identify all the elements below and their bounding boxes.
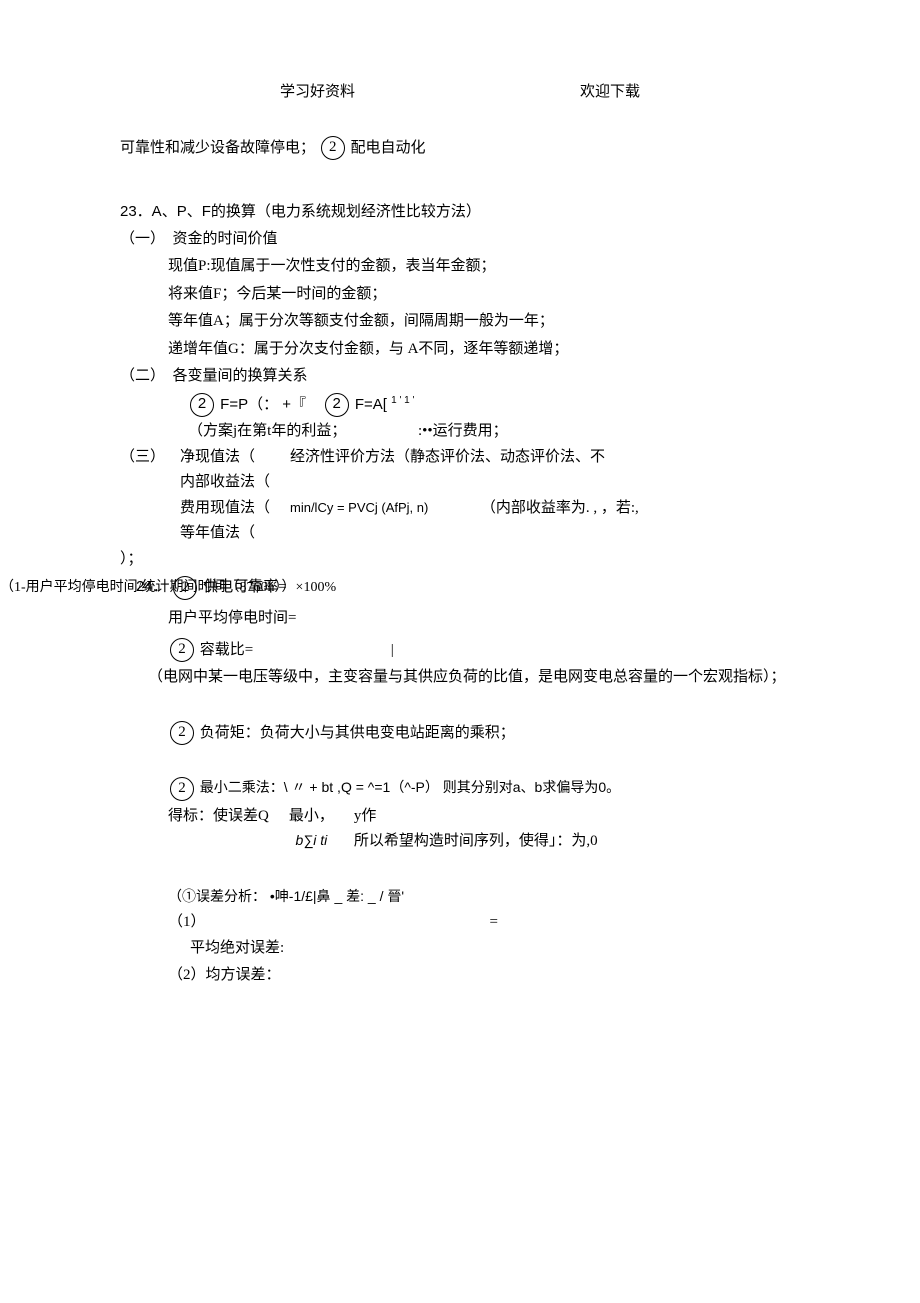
s24-row3: 2 容载比= | xyxy=(168,638,800,664)
s24-row5b-mid: 最小， xyxy=(289,804,334,830)
circled-number-icon: 2 xyxy=(173,576,197,600)
circled-number-icon: 2 xyxy=(321,136,345,160)
s24-row4-text: 负荷矩：负荷大小与其供电变电站距离的乘积； xyxy=(200,725,515,741)
s24-row5b-frac: b∑i ti xyxy=(289,829,334,853)
s24-err-1: （1） xyxy=(168,910,218,936)
s23-p3-a-right: 经济性评价方法（静态评价法、动态评价法、不 xyxy=(290,445,639,471)
s24-row5b: 得标：使误差Q 最小， b∑i ti y作 所以希望构造时间序列，使得」：为,0 xyxy=(168,804,800,855)
s23-p1-d: 递增年值G：属于分次支付金额，与 A不同，逐年等额递增； xyxy=(168,337,800,363)
circled-number-icon: 2 xyxy=(190,393,214,417)
s24-err-1-row: （1） = xyxy=(168,910,800,936)
s23-p2-subrow: （方案j在第t年的利益； :••运行费用； xyxy=(188,419,800,445)
s23-p1-a: 现值P:现值属于一次性支付的金额，表当年金额； xyxy=(168,254,800,280)
s24-row3-right: | xyxy=(391,642,394,658)
s23-p2-sub-a: （方案j在第t年的利益； xyxy=(188,419,388,445)
s24-err-1-label: 平均绝对误差: xyxy=(190,936,800,962)
circled-number-icon: 2 xyxy=(170,638,194,662)
header-right: 欢迎下载 xyxy=(580,80,640,106)
s24-row4: 2 负荷矩：负荷大小与其供电变电站距离的乘积； xyxy=(168,721,800,747)
s24-row5: 2 最小二乘法：\ 〃 + bt ,Q = ^=1（^-P） 则其分别对a、b求… xyxy=(168,776,800,802)
s24-row2: 用户平均停电时间= xyxy=(168,606,800,632)
s23-p1-c: 等年值A；属于分次等额支付金额，间隔周期一般为一年； xyxy=(168,309,800,335)
s24-title-row: （1-用户平均停电时间/统计期间时间（8760h））×100% 24． 2 供电… xyxy=(120,574,800,600)
circled-number-icon: 2 xyxy=(325,393,349,417)
s23-p3-c: 费用现值法（ xyxy=(180,496,290,522)
circled-number-icon: 2 xyxy=(170,777,194,801)
s23-p1-b: 将来值F；今后某一时间的金额； xyxy=(168,282,800,308)
s23-p3-d: 等年值法（ xyxy=(180,521,290,547)
s24-title-pre: 24． xyxy=(136,578,168,595)
page-header: 学习好资料 欢迎下载 xyxy=(280,80,640,106)
s23-p2-sub-b: :••运行费用； xyxy=(418,419,508,445)
formula-sup: 1 ' 1 ' xyxy=(391,395,414,406)
s24-row5b-left: 得标：使误差Q xyxy=(168,804,269,830)
s24-row5b-y: y作 xyxy=(354,804,598,830)
s23-part3: （三） 净现值法（ 内部收益法（ 费用现值法（ 等年值法（ 经济性评价方法（静态… xyxy=(120,445,800,547)
line-reliability: 可靠性和减少设备故障停电； 2 配电自动化 xyxy=(120,136,800,162)
s23-p3-c-row: min/lCy = PVCj (AfPj, n) （内部收益率为. , ，若:, xyxy=(290,496,639,522)
s23-p3-close: ）； xyxy=(120,547,800,573)
s23-part3-head: （三） xyxy=(120,445,180,547)
s24-err-2: （2）均方误差： xyxy=(168,963,800,989)
text: 配电自动化 xyxy=(351,140,426,156)
s23-part1-head: （一） 资金的时间价值 xyxy=(120,227,800,253)
circled-number-icon: 2 xyxy=(170,721,194,745)
s23-p3-b: 内部收益法（ xyxy=(180,470,290,496)
text: 可靠性和减少设备故障停电； xyxy=(120,140,315,156)
s24-row3-text: 容载比= xyxy=(200,642,253,658)
s24-title-post: 供电可靠率= xyxy=(203,579,286,595)
s24-row5-text: 最小二乘法：\ 〃 + bt ,Q = ^=1（^-P） 则其分别对a、b求偏导… xyxy=(200,779,620,795)
s23-p3-c-mid: min/lCy = PVCj (AfPj, n) xyxy=(290,500,428,515)
formula-text: F=A[ xyxy=(355,396,387,413)
formula-text: F=P（： +『 xyxy=(220,396,306,413)
s24-row5b-right: 所以希望构造时间序列，使得」：为,0 xyxy=(354,829,598,855)
s24-err-1-eq: = xyxy=(218,910,498,936)
s24-err-head: （①误差分析： •呻-1/£|鼻 _ 差: _ / 晉' xyxy=(168,885,800,909)
s24-row3-note: （电网中某一电压等级中，主变容量与其供应负荷的比值，是电网变电总容量的一个宏观指… xyxy=(148,665,788,691)
s23-part2-head: （二） 各变量间的换算关系 xyxy=(120,364,800,390)
header-left: 学习好资料 xyxy=(280,80,355,106)
section-23-title: 23．A、P、F的换算（电力系统规划经济性比较方法） xyxy=(120,199,800,225)
s23-p3-c-right: （内部收益率为. , ，若:, xyxy=(481,500,639,516)
s23-p3-a: 净现值法（ xyxy=(180,445,290,471)
s23-p2-formula-row: 2 F=P（： +『 2 F=A[ 1 ' 1 ' xyxy=(188,392,800,418)
